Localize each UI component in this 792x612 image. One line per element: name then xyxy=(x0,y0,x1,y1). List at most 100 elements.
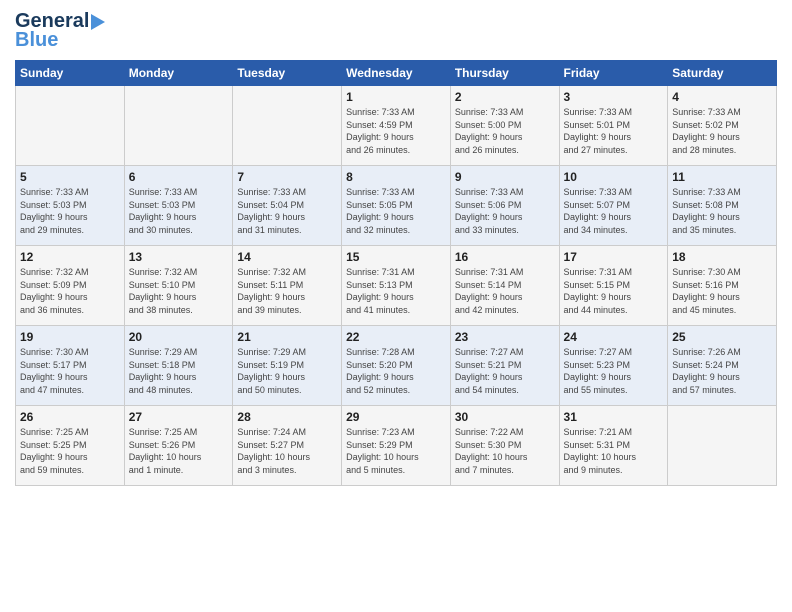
cell-info: Sunrise: 7:21 AM Sunset: 5:31 PM Dayligh… xyxy=(564,426,664,476)
day-number: 14 xyxy=(237,250,337,264)
calendar-cell: 4 Sunrise: 7:33 AM Sunset: 5:02 PM Daylig… xyxy=(668,86,777,166)
calendar-cell: 31 Sunrise: 7:21 AM Sunset: 5:31 PM Dayli… xyxy=(559,406,668,486)
day-number: 25 xyxy=(672,330,772,344)
cell-info: Sunrise: 7:33 AM Sunset: 5:01 PM Dayligh… xyxy=(564,106,664,156)
day-number: 4 xyxy=(672,90,772,104)
col-header-tuesday: Tuesday xyxy=(233,61,342,86)
calendar-cell xyxy=(233,86,342,166)
day-number: 13 xyxy=(129,250,229,264)
day-number: 30 xyxy=(455,410,555,424)
cell-info: Sunrise: 7:32 AM Sunset: 5:09 PM Dayligh… xyxy=(20,266,120,316)
calendar-cell: 25 Sunrise: 7:26 AM Sunset: 5:24 PM Dayli… xyxy=(668,326,777,406)
day-number: 23 xyxy=(455,330,555,344)
cell-info: Sunrise: 7:33 AM Sunset: 5:06 PM Dayligh… xyxy=(455,186,555,236)
calendar-cell: 21 Sunrise: 7:29 AM Sunset: 5:19 PM Dayli… xyxy=(233,326,342,406)
calendar-cell: 12 Sunrise: 7:32 AM Sunset: 5:09 PM Dayli… xyxy=(16,246,125,326)
cell-info: Sunrise: 7:33 AM Sunset: 5:00 PM Dayligh… xyxy=(455,106,555,156)
calendar-cell: 15 Sunrise: 7:31 AM Sunset: 5:13 PM Dayli… xyxy=(342,246,451,326)
cell-info: Sunrise: 7:31 AM Sunset: 5:13 PM Dayligh… xyxy=(346,266,446,316)
logo-arrow-icon xyxy=(91,14,105,30)
day-number: 24 xyxy=(564,330,664,344)
day-number: 22 xyxy=(346,330,446,344)
cell-info: Sunrise: 7:33 AM Sunset: 5:07 PM Dayligh… xyxy=(564,186,664,236)
calendar-cell: 11 Sunrise: 7:33 AM Sunset: 5:08 PM Dayli… xyxy=(668,166,777,246)
calendar-cell: 16 Sunrise: 7:31 AM Sunset: 5:14 PM Dayli… xyxy=(450,246,559,326)
calendar-cell: 8 Sunrise: 7:33 AM Sunset: 5:05 PM Daylig… xyxy=(342,166,451,246)
day-number: 5 xyxy=(20,170,120,184)
calendar-cell: 3 Sunrise: 7:33 AM Sunset: 5:01 PM Daylig… xyxy=(559,86,668,166)
calendar-cell: 27 Sunrise: 7:25 AM Sunset: 5:26 PM Dayli… xyxy=(124,406,233,486)
day-number: 31 xyxy=(564,410,664,424)
cell-info: Sunrise: 7:33 AM Sunset: 5:02 PM Dayligh… xyxy=(672,106,772,156)
day-number: 12 xyxy=(20,250,120,264)
cell-info: Sunrise: 7:31 AM Sunset: 5:14 PM Dayligh… xyxy=(455,266,555,316)
day-number: 21 xyxy=(237,330,337,344)
calendar-cell: 6 Sunrise: 7:33 AM Sunset: 5:03 PM Daylig… xyxy=(124,166,233,246)
day-number: 3 xyxy=(564,90,664,104)
cell-info: Sunrise: 7:27 AM Sunset: 5:21 PM Dayligh… xyxy=(455,346,555,396)
day-number: 7 xyxy=(237,170,337,184)
cell-info: Sunrise: 7:33 AM Sunset: 5:03 PM Dayligh… xyxy=(129,186,229,236)
calendar-cell: 9Sunrise: 7:33 AM Sunset: 5:06 PM Daylig… xyxy=(450,166,559,246)
cell-info: Sunrise: 7:29 AM Sunset: 5:18 PM Dayligh… xyxy=(129,346,229,396)
week-row-3: 19Sunrise: 7:30 AM Sunset: 5:17 PM Dayli… xyxy=(16,326,777,406)
day-number: 6 xyxy=(129,170,229,184)
calendar-cell: 1 Sunrise: 7:33 AM Sunset: 4:59 PM Daylig… xyxy=(342,86,451,166)
week-row-1: 5 Sunrise: 7:33 AM Sunset: 5:03 PM Daylig… xyxy=(16,166,777,246)
cell-info: Sunrise: 7:27 AM Sunset: 5:23 PM Dayligh… xyxy=(564,346,664,396)
day-number: 20 xyxy=(129,330,229,344)
header: General Blue xyxy=(15,10,777,52)
cell-info: Sunrise: 7:29 AM Sunset: 5:19 PM Dayligh… xyxy=(237,346,337,396)
week-row-2: 12 Sunrise: 7:32 AM Sunset: 5:09 PM Dayli… xyxy=(16,246,777,326)
calendar-cell: 17 Sunrise: 7:31 AM Sunset: 5:15 PM Dayli… xyxy=(559,246,668,326)
calendar-cell: 23 Sunrise: 7:27 AM Sunset: 5:21 PM Dayli… xyxy=(450,326,559,406)
calendar-cell: 24 Sunrise: 7:27 AM Sunset: 5:23 PM Dayli… xyxy=(559,326,668,406)
cell-info: Sunrise: 7:22 AM Sunset: 5:30 PM Dayligh… xyxy=(455,426,555,476)
calendar-cell: 13Sunrise: 7:32 AM Sunset: 5:10 PM Dayli… xyxy=(124,246,233,326)
logo: General Blue xyxy=(15,10,105,52)
calendar-table: SundayMondayTuesdayWednesdayThursdayFrid… xyxy=(15,60,777,486)
cell-info: Sunrise: 7:30 AM Sunset: 5:16 PM Dayligh… xyxy=(672,266,772,316)
day-number: 8 xyxy=(346,170,446,184)
week-row-4: 26Sunrise: 7:25 AM Sunset: 5:25 PM Dayli… xyxy=(16,406,777,486)
cell-info: Sunrise: 7:33 AM Sunset: 5:05 PM Dayligh… xyxy=(346,186,446,236)
calendar-page: General Blue SundayMondayTuesdayWednesda… xyxy=(0,0,792,612)
day-number: 19 xyxy=(20,330,120,344)
col-header-saturday: Saturday xyxy=(668,61,777,86)
day-number: 15 xyxy=(346,250,446,264)
col-header-friday: Friday xyxy=(559,61,668,86)
header-row: SundayMondayTuesdayWednesdayThursdayFrid… xyxy=(16,61,777,86)
calendar-cell xyxy=(124,86,233,166)
col-header-sunday: Sunday xyxy=(16,61,125,86)
day-number: 27 xyxy=(129,410,229,424)
cell-info: Sunrise: 7:28 AM Sunset: 5:20 PM Dayligh… xyxy=(346,346,446,396)
col-header-wednesday: Wednesday xyxy=(342,61,451,86)
cell-info: Sunrise: 7:33 AM Sunset: 5:08 PM Dayligh… xyxy=(672,186,772,236)
calendar-cell: 5 Sunrise: 7:33 AM Sunset: 5:03 PM Daylig… xyxy=(16,166,125,246)
day-number: 10 xyxy=(564,170,664,184)
cell-info: Sunrise: 7:33 AM Sunset: 5:03 PM Dayligh… xyxy=(20,186,120,236)
day-number: 16 xyxy=(455,250,555,264)
cell-info: Sunrise: 7:26 AM Sunset: 5:24 PM Dayligh… xyxy=(672,346,772,396)
cell-info: Sunrise: 7:31 AM Sunset: 5:15 PM Dayligh… xyxy=(564,266,664,316)
calendar-cell: 2 Sunrise: 7:33 AM Sunset: 5:00 PM Daylig… xyxy=(450,86,559,166)
calendar-cell: 19Sunrise: 7:30 AM Sunset: 5:17 PM Dayli… xyxy=(16,326,125,406)
calendar-cell: 14Sunrise: 7:32 AM Sunset: 5:11 PM Dayli… xyxy=(233,246,342,326)
col-header-thursday: Thursday xyxy=(450,61,559,86)
day-number: 11 xyxy=(672,170,772,184)
cell-info: Sunrise: 7:33 AM Sunset: 4:59 PM Dayligh… xyxy=(346,106,446,156)
calendar-cell: 29Sunrise: 7:23 AM Sunset: 5:29 PM Dayli… xyxy=(342,406,451,486)
calendar-cell: 10 Sunrise: 7:33 AM Sunset: 5:07 PM Dayli… xyxy=(559,166,668,246)
calendar-cell: 30 Sunrise: 7:22 AM Sunset: 5:30 PM Dayli… xyxy=(450,406,559,486)
logo-blue: Blue xyxy=(15,29,58,52)
calendar-cell: 26Sunrise: 7:25 AM Sunset: 5:25 PM Dayli… xyxy=(16,406,125,486)
day-number: 28 xyxy=(237,410,337,424)
day-number: 18 xyxy=(672,250,772,264)
calendar-cell: 28Sunrise: 7:24 AM Sunset: 5:27 PM Dayli… xyxy=(233,406,342,486)
day-number: 1 xyxy=(346,90,446,104)
day-number: 2 xyxy=(455,90,555,104)
day-number: 17 xyxy=(564,250,664,264)
calendar-cell: 7 Sunrise: 7:33 AM Sunset: 5:04 PM Daylig… xyxy=(233,166,342,246)
cell-info: Sunrise: 7:33 AM Sunset: 5:04 PM Dayligh… xyxy=(237,186,337,236)
cell-info: Sunrise: 7:25 AM Sunset: 5:26 PM Dayligh… xyxy=(129,426,229,476)
